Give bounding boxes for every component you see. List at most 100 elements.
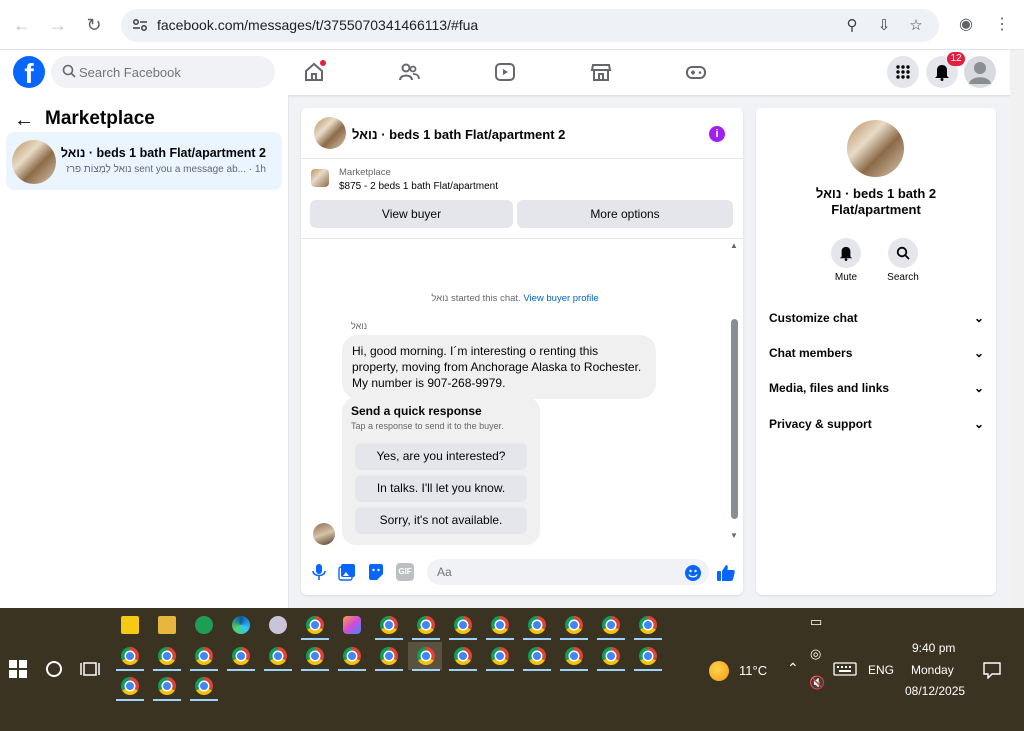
app-green-icon[interactable]: [195, 616, 213, 634]
listing-thumbnail[interactable]: [311, 169, 329, 187]
meet-camera-icon[interactable]: ◎: [810, 646, 821, 662]
tray-chevron-up-icon[interactable]: ⌃: [787, 660, 799, 677]
chrome-icon[interactable]: [158, 677, 176, 695]
quick-reply-button[interactable]: In talks. I'll let you know.: [355, 475, 527, 502]
account-avatar[interactable]: [964, 56, 996, 88]
like-thumb-icon[interactable]: [716, 563, 736, 583]
site-info-icon[interactable]: [131, 16, 149, 34]
action-center-icon[interactable]: [983, 661, 1001, 679]
address-bar[interactable]: facebook.com/messages/t/3755070341466113…: [121, 9, 939, 42]
file-explorer-icon[interactable]: [158, 616, 176, 634]
photo-icon[interactable]: [338, 563, 356, 581]
chrome-icon[interactable]: [454, 616, 472, 634]
menu-kebab-icon[interactable]: ⋮: [991, 14, 1013, 36]
chrome-icon[interactable]: [528, 616, 546, 634]
chrome-icon[interactable]: [380, 647, 398, 665]
chat-members-row[interactable]: Chat members ⌄: [769, 346, 984, 366]
chrome-icon[interactable]: [121, 677, 139, 695]
chrome-icon[interactable]: [158, 647, 176, 665]
volume-muted-icon[interactable]: 🔇: [809, 675, 825, 691]
chrome-icon[interactable]: [343, 647, 361, 665]
emoji-icon[interactable]: [685, 565, 701, 581]
temperature[interactable]: 11°C: [739, 663, 767, 678]
chrome-icon[interactable]: [417, 616, 435, 634]
message-input[interactable]: [427, 559, 709, 585]
chrome-icon[interactable]: [528, 647, 546, 665]
language-indicator[interactable]: ENG: [868, 663, 894, 677]
mute-button[interactable]: Mute: [826, 238, 866, 283]
gaming-icon[interactable]: [685, 61, 707, 83]
clock-day[interactable]: Monday: [911, 663, 954, 677]
info-icon[interactable]: i: [709, 126, 725, 142]
chrome-icon[interactable]: [380, 616, 398, 634]
windows-start-icon[interactable]: [9, 660, 27, 678]
sticker-icon[interactable]: [367, 563, 385, 581]
marketplace-icon[interactable]: [590, 61, 612, 83]
chrome-icon[interactable]: [306, 647, 324, 665]
chat-title[interactable]: נואל · beds 1 bath Flat/apartment 2: [352, 127, 565, 142]
zoom-icon[interactable]: ⚲: [841, 15, 863, 37]
buyer-avatar[interactable]: [313, 523, 335, 545]
sticky-notes-icon[interactable]: [121, 616, 139, 634]
install-app-icon[interactable]: ⇩: [873, 15, 895, 37]
chrome-icon[interactable]: [602, 616, 620, 634]
edge-icon[interactable]: [232, 616, 250, 634]
chrome-icon-active[interactable]: [417, 647, 435, 665]
chrome-icon[interactable]: [306, 616, 324, 634]
back-arrow-icon[interactable]: ←: [14, 109, 34, 132]
chat-thumbnail[interactable]: [314, 117, 346, 149]
view-buyer-profile-link[interactable]: View buyer profile: [523, 293, 598, 304]
chat-scrollbar[interactable]: ▲ ▼: [729, 239, 741, 545]
back-icon[interactable]: ←: [9, 12, 35, 38]
view-buyer-button[interactable]: View buyer: [310, 200, 513, 228]
scroll-up-arrow-icon[interactable]: ▲: [730, 241, 738, 250]
conversation-item[interactable]: נואל · beds 1 bath Flat/apartment 2 נואל…: [6, 132, 282, 190]
scroll-down-arrow-icon[interactable]: ▼: [730, 531, 738, 540]
facebook-logo[interactable]: f: [13, 56, 45, 88]
bookmark-star-icon[interactable]: ☆: [905, 15, 927, 37]
quick-reply-button[interactable]: Yes, are you interested?: [355, 443, 527, 470]
more-options-button[interactable]: More options: [517, 200, 733, 228]
chrome-icon[interactable]: [454, 647, 472, 665]
customize-chat-row[interactable]: Customize chat ⌄: [769, 311, 984, 331]
chrome-icon[interactable]: [639, 616, 657, 634]
cortana-circle-icon[interactable]: [46, 661, 62, 677]
listing-photo[interactable]: [847, 120, 904, 177]
chrome-icon[interactable]: [491, 647, 509, 665]
chrome-icon[interactable]: [639, 647, 657, 665]
reload-icon[interactable]: ↻: [81, 12, 107, 38]
chrome-icon[interactable]: [195, 647, 213, 665]
app-helmet-icon[interactable]: [269, 616, 287, 634]
clock-date[interactable]: 08/12/2025: [905, 684, 965, 698]
clock-time[interactable]: 9:40 pm: [912, 641, 955, 655]
copilot-icon[interactable]: [343, 616, 361, 634]
network-pc-icon[interactable]: ▭: [810, 614, 822, 630]
chrome-icon[interactable]: [491, 616, 509, 634]
microphone-icon[interactable]: [310, 563, 328, 581]
chat-scroll-thumb[interactable]: [731, 319, 738, 519]
menu-grid-icon[interactable]: [887, 56, 919, 88]
chrome-icon[interactable]: [565, 616, 583, 634]
keyboard-icon[interactable]: [833, 662, 857, 676]
page-scrollbar[interactable]: [1010, 50, 1024, 608]
gif-icon[interactable]: GIF: [396, 563, 414, 581]
search-input[interactable]: [79, 56, 269, 88]
listing-price[interactable]: $875 - 2 beds 1 bath Flat/apartment: [339, 181, 498, 192]
search-chat-button[interactable]: Search: [883, 238, 923, 283]
chrome-icon[interactable]: [565, 647, 583, 665]
weather-sun-icon[interactable]: [709, 661, 729, 681]
profile-icon[interactable]: ◉: [955, 14, 977, 36]
privacy-support-row[interactable]: Privacy & support ⌄: [769, 417, 984, 437]
forward-icon[interactable]: →: [45, 12, 71, 38]
video-icon[interactable]: [494, 61, 516, 83]
chrome-icon[interactable]: [232, 647, 250, 665]
chrome-icon[interactable]: [602, 647, 620, 665]
friends-icon[interactable]: [398, 61, 420, 83]
task-view-icon[interactable]: [80, 660, 100, 678]
message-bubble[interactable]: Hi, good morning. I´m interesting o rent…: [342, 335, 656, 399]
chrome-icon[interactable]: [195, 677, 213, 695]
quick-reply-button[interactable]: Sorry, it's not available.: [355, 507, 527, 534]
media-files-links-row[interactable]: Media, files and links ⌄: [769, 381, 984, 401]
chrome-icon[interactable]: [269, 647, 287, 665]
facebook-search[interactable]: [51, 56, 275, 88]
